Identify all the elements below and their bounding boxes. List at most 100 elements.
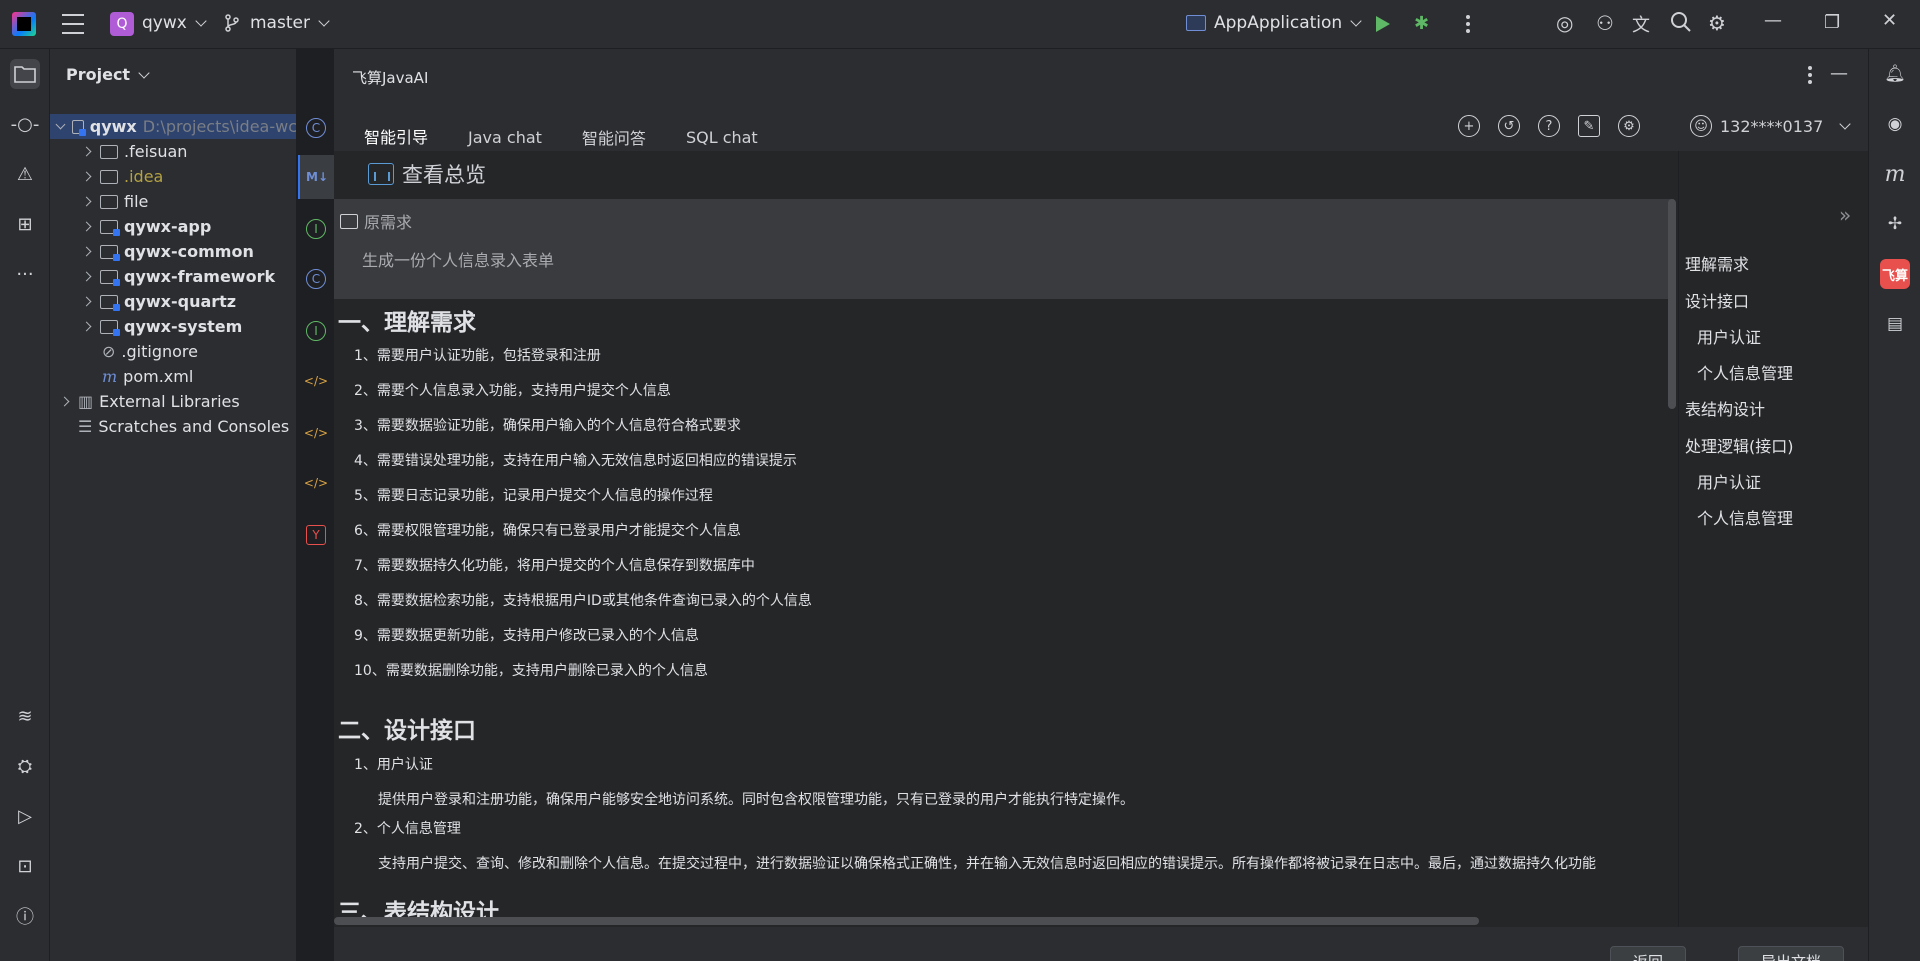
branch-name: master bbox=[250, 13, 310, 33]
back-button[interactable]: 返回 bbox=[1610, 946, 1687, 961]
dictionary-icon[interactable]: ▤ bbox=[1880, 309, 1910, 339]
tree-node-qywx-common[interactable]: qywx-common bbox=[50, 239, 296, 264]
translate-icon[interactable]: 文 bbox=[1632, 11, 1650, 37]
branch-switcher[interactable]: master bbox=[224, 13, 330, 33]
markdown-tab[interactable]: M↓ bbox=[298, 155, 334, 199]
project-folder-icon[interactable] bbox=[10, 59, 40, 89]
services-icon[interactable]: ≋ bbox=[10, 701, 40, 731]
settings-gear-icon[interactable]: ⚙ bbox=[1708, 11, 1726, 35]
expand-arrow-icon[interactable] bbox=[55, 119, 66, 130]
tree-node-file[interactable]: file bbox=[50, 189, 296, 214]
requirement-item: 7、需要数据持久化功能，将用户提交的个人信息保存到数据库中 bbox=[354, 558, 755, 574]
tree-node-label: file bbox=[124, 192, 149, 211]
tree-node-qywx-system[interactable]: qywx-system bbox=[50, 314, 296, 339]
toc-item[interactable]: 表结构设计 bbox=[1685, 396, 1765, 420]
edit-icon[interactable]: ✎ bbox=[1578, 115, 1600, 137]
ai-assistant-icon[interactable]: ◎ bbox=[1556, 11, 1573, 35]
expand-arrow-icon[interactable] bbox=[78, 171, 94, 182]
pull-requests-icon[interactable]: ⚠ bbox=[10, 159, 40, 189]
tree-node-feisuan[interactable]: .feisuan bbox=[50, 139, 296, 164]
maven-tool-icon[interactable]: m bbox=[1880, 159, 1910, 189]
comment-icon bbox=[340, 213, 358, 229]
user-phone: 132****0137 bbox=[1720, 116, 1824, 136]
requirement-item: 3、需要数据验证功能，确保用户输入的个人信息符合格式要求 bbox=[354, 418, 741, 434]
ignored-file-icon: ⊘ bbox=[102, 342, 116, 361]
commit-icon[interactable]: -○- bbox=[10, 109, 40, 139]
add-user-icon[interactable]: ⚇ bbox=[1596, 11, 1614, 35]
toc-item[interactable]: 用户认证 bbox=[1697, 324, 1761, 348]
expand-arrow-icon[interactable] bbox=[56, 396, 72, 407]
class-icon[interactable]: C bbox=[306, 118, 326, 138]
new-chat-icon[interactable]: + bbox=[1458, 115, 1480, 137]
toc-item[interactable]: 处理逻辑(接口) bbox=[1685, 433, 1794, 457]
expand-arrow-icon[interactable] bbox=[78, 196, 94, 207]
tree-node-scratches[interactable]: ☰ Scratches and Consoles bbox=[50, 414, 296, 439]
project-panel-header[interactable]: Project bbox=[66, 65, 150, 84]
run-tool-icon[interactable]: ▷ bbox=[10, 801, 40, 831]
tree-node-idea[interactable]: .idea bbox=[50, 164, 296, 189]
tree-node-gitignore[interactable]: ⊘ .gitignore bbox=[50, 339, 296, 364]
collapse-toc-icon[interactable]: » bbox=[1839, 203, 1851, 227]
tree-node-external-libraries[interactable]: ▥ External Libraries bbox=[50, 389, 296, 414]
restore-window-button[interactable]: ❐ bbox=[1824, 12, 1840, 33]
close-window-button[interactable]: ✕ bbox=[1882, 10, 1897, 31]
feisuan-ai-icon[interactable]: 飞算 bbox=[1880, 259, 1910, 289]
interface-icon[interactable]: I bbox=[306, 321, 326, 341]
project-switcher[interactable]: qywx bbox=[142, 13, 207, 33]
requirement-text: 生成一份个人信息录入表单 bbox=[362, 251, 555, 270]
help-icon[interactable]: ? bbox=[1538, 115, 1560, 137]
history-icon[interactable]: ↺ bbox=[1498, 115, 1520, 137]
tree-node-label: .feisuan bbox=[124, 142, 188, 161]
expand-arrow-icon[interactable] bbox=[78, 146, 94, 157]
toc-item[interactable]: 个人信息管理 bbox=[1697, 360, 1793, 384]
toc-item[interactable]: 用户认证 bbox=[1697, 469, 1761, 493]
expand-arrow-icon[interactable] bbox=[78, 296, 94, 307]
overview-title: 查看总览 bbox=[402, 163, 486, 187]
panel-options-icon[interactable] bbox=[1808, 66, 1812, 84]
minimize-window-button[interactable]: — bbox=[1764, 10, 1782, 31]
build-icon[interactable]: ⛭ bbox=[10, 751, 40, 781]
xml-file-icon[interactable]: </> bbox=[304, 371, 328, 391]
terminal-icon[interactable]: ⊡ bbox=[10, 851, 40, 881]
xml-file-icon[interactable]: </> bbox=[304, 423, 328, 443]
user-account-menu[interactable]: ☺ 132****0137 bbox=[1690, 115, 1851, 137]
intellij-logo-icon[interactable] bbox=[12, 12, 36, 36]
expand-arrow-icon[interactable] bbox=[78, 246, 94, 257]
debug-button[interactable]: ✱ bbox=[1414, 13, 1429, 34]
plugin-icon[interactable]: ✢ bbox=[1880, 209, 1910, 239]
library-icon: ▥ bbox=[78, 392, 94, 411]
tree-node-qywx-framework[interactable]: qywx-framework bbox=[50, 264, 296, 289]
git-branch-icon bbox=[225, 14, 239, 32]
interface-icon[interactable]: I bbox=[306, 219, 326, 239]
more-actions-icon[interactable] bbox=[1466, 15, 1470, 33]
tree-node-qywx-app[interactable]: qywx-app bbox=[50, 214, 296, 239]
bug-icon: ✱ bbox=[1414, 13, 1430, 34]
tree-node-qywx-quartz[interactable]: qywx-quartz bbox=[50, 289, 296, 314]
vertical-scrollbar[interactable] bbox=[1668, 199, 1676, 409]
run-config-selector[interactable]: AppApplication bbox=[1186, 13, 1362, 33]
ai-chat-icon[interactable]: ◉ bbox=[1880, 109, 1910, 139]
run-button[interactable] bbox=[1376, 16, 1390, 32]
requirement-item: 4、需要错误处理功能，支持在用户输入无效信息时返回相应的错误提示 bbox=[354, 453, 797, 469]
main-menu-icon[interactable] bbox=[62, 14, 84, 34]
notifications-bell-icon[interactable]: 🔔︎ bbox=[1880, 59, 1910, 89]
tree-node-pom-xml[interactable]: m pom.xml bbox=[50, 364, 296, 389]
hide-panel-button[interactable]: — bbox=[1830, 63, 1848, 84]
settings-icon[interactable]: ⚙ bbox=[1618, 115, 1640, 137]
search-icon[interactable] bbox=[1670, 11, 1692, 33]
more-tools-icon[interactable]: ··· bbox=[10, 259, 40, 289]
horizontal-scrollbar[interactable] bbox=[334, 917, 1479, 925]
toc-item[interactable]: 设计接口 bbox=[1685, 288, 1749, 312]
yaml-file-icon[interactable]: Y bbox=[306, 525, 326, 545]
export-document-button[interactable]: 导出文档 bbox=[1738, 946, 1845, 961]
expand-arrow-icon[interactable] bbox=[78, 221, 94, 232]
toc-item[interactable]: 理解需求 bbox=[1685, 251, 1749, 275]
structure-icon[interactable]: ⊞ bbox=[10, 209, 40, 239]
expand-arrow-icon[interactable] bbox=[78, 271, 94, 282]
xml-file-icon[interactable]: </> bbox=[304, 473, 328, 493]
toc-item[interactable]: 个人信息管理 bbox=[1697, 505, 1793, 529]
tree-node-qywx-root[interactable]: qywx D:\projects\idea-wc bbox=[50, 114, 296, 139]
class-icon[interactable]: C bbox=[306, 269, 326, 289]
problems-icon[interactable]: ⓘ bbox=[10, 901, 40, 931]
expand-arrow-icon[interactable] bbox=[78, 321, 94, 332]
